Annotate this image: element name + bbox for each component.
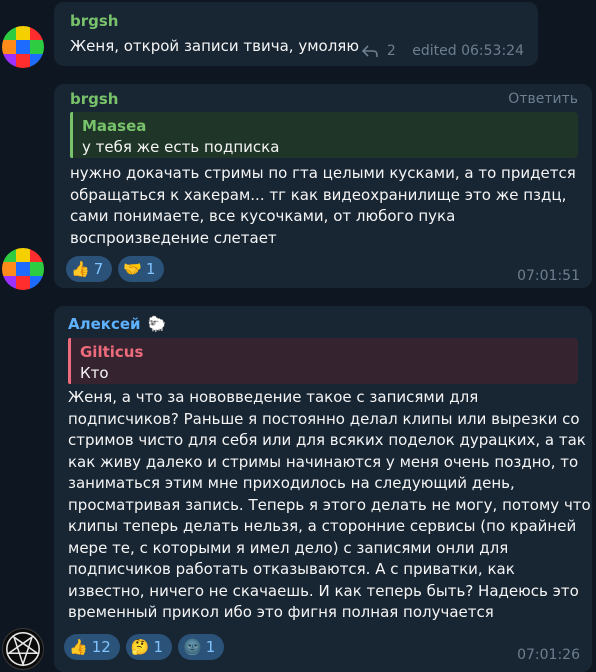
avatar-brgsh[interactable] (2, 248, 44, 290)
message-bubble-1[interactable]: brgsh Женя, открой записи твича, умоляю … (54, 2, 538, 66)
message-time: 07:01:26 (517, 647, 580, 663)
reaction-count: 1 (205, 638, 216, 656)
message-text: нужно докачать стримы по гта целыми куск… (70, 164, 576, 247)
message-author[interactable]: brgsh (70, 90, 118, 108)
reaction-thinking[interactable]: 🤔 1 (125, 634, 173, 660)
reaction-count: 1 (145, 260, 156, 278)
author-name: Алексей (68, 315, 141, 333)
reaction-count: 1 (153, 638, 164, 656)
quote-bar (70, 112, 73, 158)
reactions: 👍 12 🤔 1 🌚 1 (64, 634, 225, 660)
sheep-badge-icon: 🐑 (147, 315, 167, 333)
message-meta: 2 edited 06:53:24 (362, 43, 524, 59)
reaction-count: 7 (93, 260, 104, 278)
message-text: Женя, а что за нововведение такое с запи… (68, 388, 591, 621)
reaction-thumbs-up[interactable]: 👍 7 (66, 256, 113, 282)
quote-bar (68, 338, 71, 384)
reaction-handshake[interactable]: 🤝 1 (118, 256, 165, 282)
edited-time: edited 06:53:24 (412, 43, 524, 59)
reaction-count: 12 (91, 638, 111, 656)
message-bubble-3[interactable]: Алексей 🐑 Gilticus Кто Женя, а что за но… (54, 306, 592, 672)
message-text: Женя, открой записи твича, умоляю (70, 37, 359, 55)
reactions: 👍 7 🤝 1 (66, 256, 165, 282)
new-moon-face-icon: 🌚 (183, 637, 202, 656)
quote-text: Кто (80, 364, 109, 382)
message-time: 07:01:51 (517, 268, 580, 284)
forward-count: 2 (386, 43, 396, 59)
quote-author: Maasea (82, 117, 147, 135)
avatar-brgsh[interactable] (2, 26, 44, 68)
chat-history: brgsh Женя, открой записи твича, умоляю … (0, 0, 596, 672)
reply-button[interactable]: Ответить (508, 91, 578, 107)
quote-text: у тебя же есть подписка (82, 138, 280, 156)
forward-icon (362, 45, 379, 57)
quoted-message[interactable]: Maasea у тебя же есть подписка (70, 112, 578, 158)
handshake-icon: 🤝 (123, 259, 142, 278)
reaction-new-moon-face[interactable]: 🌚 1 (178, 634, 225, 660)
thumbs-up-icon: 👍 (69, 637, 88, 656)
message-author[interactable]: Алексей 🐑 (68, 315, 166, 333)
quote-author: Gilticus (80, 343, 144, 361)
avatar-alexey[interactable] (2, 628, 44, 670)
thinking-face-icon: 🤔 (130, 637, 150, 656)
message-author[interactable]: brgsh (70, 12, 118, 30)
thumbs-up-icon: 👍 (71, 259, 90, 278)
reaction-thumbs-up[interactable]: 👍 12 (64, 634, 120, 660)
quoted-message[interactable]: Gilticus Кто (68, 338, 578, 384)
message-bubble-2[interactable]: brgsh Ответить Maasea у тебя же есть под… (54, 84, 592, 288)
pentagram-icon (6, 632, 40, 667)
